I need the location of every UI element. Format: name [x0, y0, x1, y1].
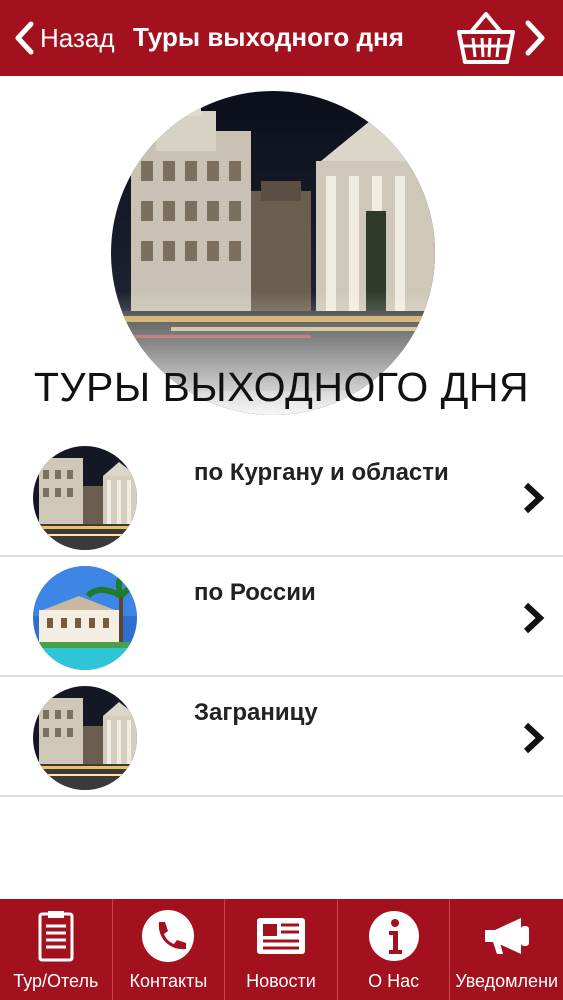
back-label: Назад [40, 22, 115, 53]
basket-icon[interactable] [455, 10, 517, 66]
tab-label: Уведомлени [455, 971, 559, 991]
megaphone-icon [484, 918, 529, 954]
list-item[interactable]: по Кургану и области [0, 437, 563, 557]
back-button[interactable]: Назад [14, 18, 115, 58]
chevron-right-icon[interactable] [524, 20, 546, 56]
tab-tour-hotel[interactable]: Тур/Отель [0, 899, 113, 1000]
clipboard-icon [38, 911, 74, 962]
tab-label: Контакты [129, 971, 208, 991]
info-icon [368, 911, 419, 961]
city-night-photo [33, 686, 137, 790]
chevron-right-icon [523, 722, 545, 754]
tab-label: Тур/Отель [13, 971, 99, 991]
page-title: Туры выходного дня [133, 22, 404, 52]
chevron-left-icon [15, 21, 34, 55]
tab-notifications[interactable]: Уведомлени [450, 899, 563, 1000]
list-item[interactable]: Заграницу [0, 677, 563, 797]
bottom-tab-bar: Тур/Отель Контакты Новости О Нас Уведомл… [0, 899, 563, 1000]
list-item-label: Заграницу [194, 699, 318, 726]
chevron-right-icon [523, 602, 545, 634]
tour-category-list: по Кургану и области по России Заграницу [0, 437, 563, 797]
tab-news[interactable]: Новости [225, 899, 338, 1000]
hero-title: ТУРЫ ВЫХОДНОГО ДНЯ [33, 364, 530, 410]
newspaper-icon [256, 918, 305, 954]
tab-about[interactable]: О Нас [338, 899, 451, 1000]
tab-label: О Нас [368, 971, 420, 991]
palm-building-photo [33, 566, 137, 670]
list-item-label: по России [194, 579, 316, 606]
tab-contacts[interactable]: Контакты [113, 899, 226, 1000]
tab-label: Новости [246, 971, 316, 991]
list-item-label: по Кургану и области [194, 459, 449, 486]
chevron-right-icon [523, 482, 545, 514]
city-night-photo [33, 446, 137, 550]
top-bar: Назад Туры выходного дня [0, 0, 563, 76]
phone-icon [142, 910, 195, 962]
list-item[interactable]: по России [0, 557, 563, 677]
